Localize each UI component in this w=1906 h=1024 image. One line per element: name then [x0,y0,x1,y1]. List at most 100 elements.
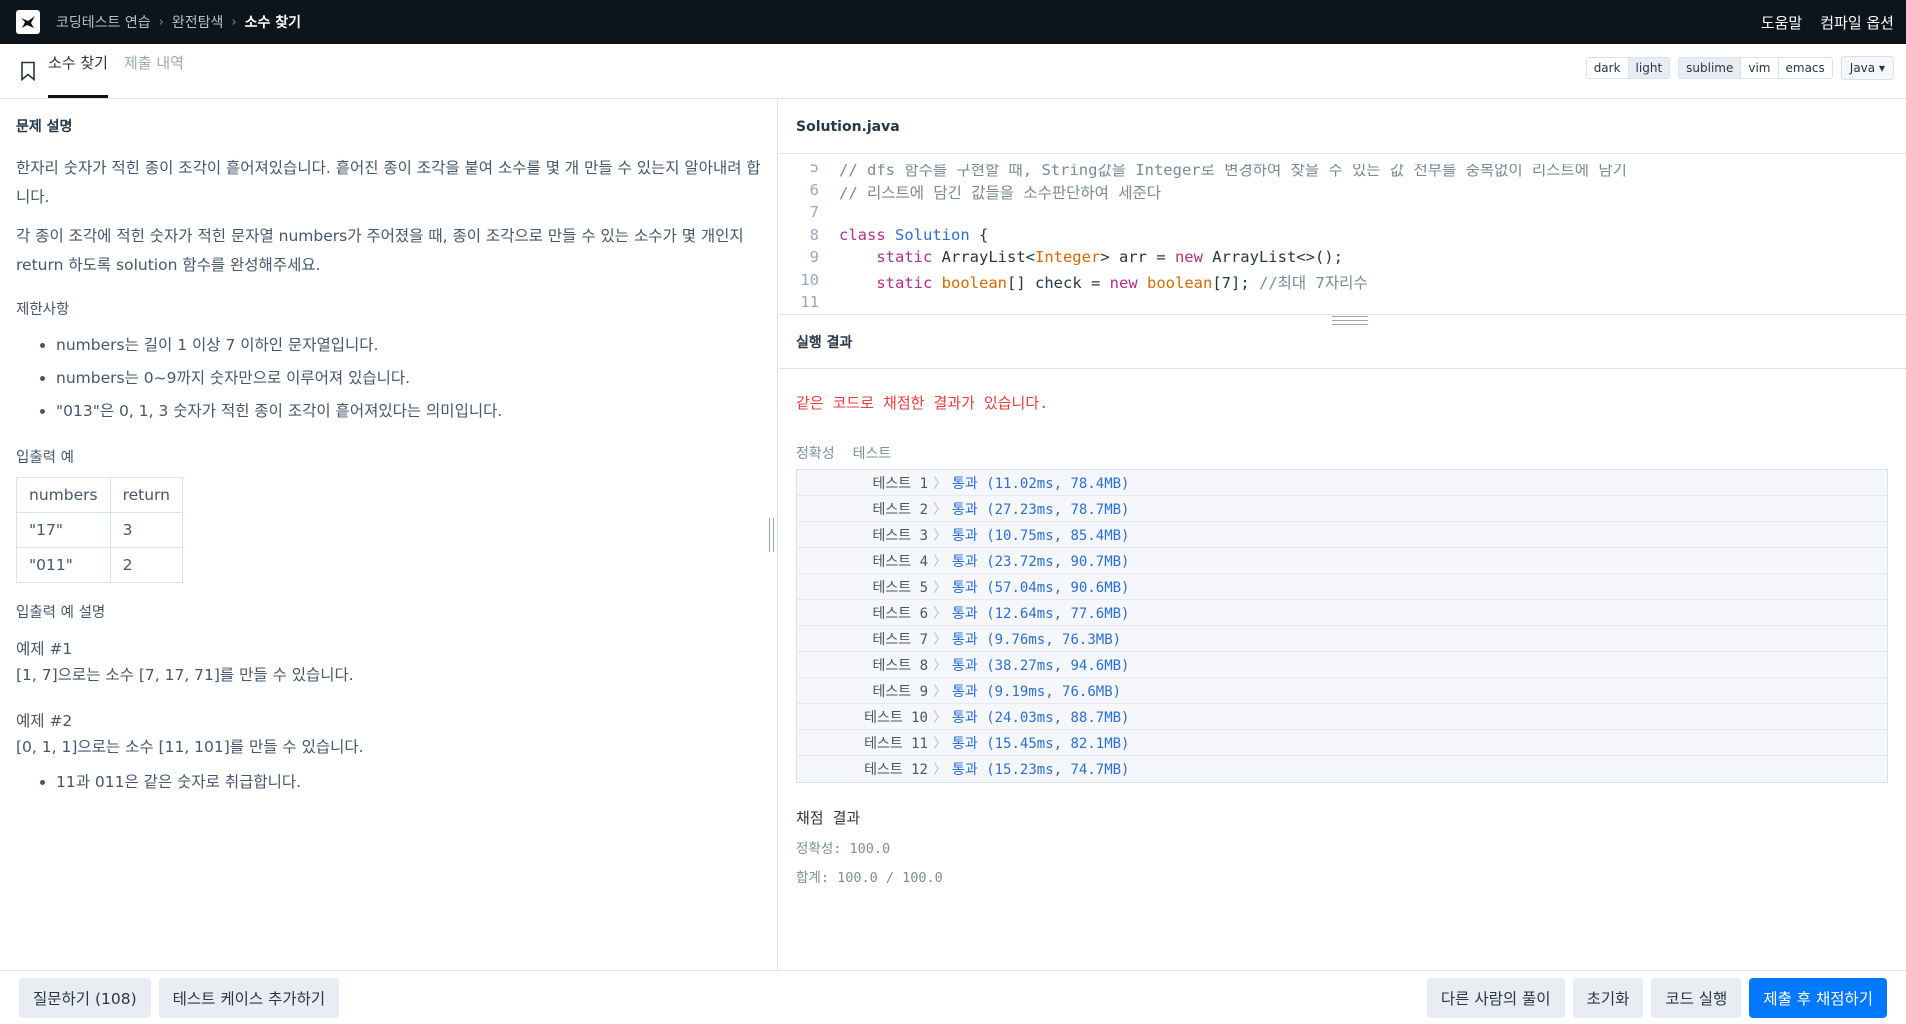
table-header-cell: return [109,477,183,513]
problem-panel: 문제 설명 한자리 숫자가 적힌 종이 조각이 흩어져있습니다. 흩어진 종이 … [0,100,778,970]
test-name: 테스트 7 [872,631,929,648]
example-body: [0, 1, 1]으로는 소수 [11, 101]를 만들 수 있습니다. [16,738,364,756]
test-row[interactable]: 테스트 3 〉 통과 (10.75ms, 85.4MB) [797,522,1887,548]
ask-question-button[interactable]: 질문하기 (108) [19,977,151,1018]
io-example-table: numbers return "17" 3 "011" 2 [16,477,183,583]
constraints-list: numbers는 길이 1 이상 7 이하인 문자열입니다. numbers는 … [56,329,761,428]
test-result: 통과 (24.03ms, 88.7MB) [952,709,1130,726]
breadcrumb-current: 소수 찾기 [244,15,301,31]
bookmark-icon[interactable] [20,61,36,81]
compile-options-link[interactable]: 컴파일 옵션 [1820,12,1894,33]
line-number: 10 [800,270,819,289]
code-text: static ArrayList<Integer> arr = new Arra… [876,248,1343,266]
others-solutions-button[interactable]: 다른 사람의 풀이 [1426,977,1565,1018]
test-result: 통과 (11.02ms, 78.4MB) [952,475,1130,492]
score-title: 채점 결과 [796,809,861,827]
code-line: 5 // dfs 함수를 구현할 때, String값을 Integer로 변경… [779,164,1906,181]
code-text: class Solution { [839,225,989,244]
test-result: 통과 (9.76ms, 76.3MB) [952,631,1122,648]
score-accuracy: 정확성: 100.0 [796,841,891,857]
result-title: 실행 결과 [779,314,1906,369]
test-result: 통과 (15.23ms, 74.7MB) [952,762,1130,778]
help-link[interactable]: 도움말 [1761,12,1802,33]
code-line: 10 static boolean[] check = new boolean[… [779,271,1906,294]
test-row[interactable]: 테스트 4 〉 통과 (23.72ms, 90.7MB) [797,548,1887,574]
test-result: 통과 (12.64ms, 77.6MB) [952,605,1130,622]
test-row[interactable]: 테스트 7 〉 통과 (9.76ms, 76.3MB) [797,626,1887,652]
test-row[interactable]: 테스트 12 〉 통과 (15.23ms, 74.7MB) [797,756,1887,782]
test-group-header: 정확성 테스트 [796,443,1888,463]
chevron-right-icon: 〉 [933,501,947,518]
submit-button[interactable]: 제출 후 채점하기 [1749,977,1887,1018]
constraint-item: numbers는 0~9까지 숫자만으로 이루어져 있습니다. [56,362,761,395]
example-body: [1, 7]으로는 소수 [7, 17, 71]를 만들 수 있습니다. [16,666,354,684]
tab-problem[interactable]: 소수 찾기 [48,44,108,98]
breadcrumb-item-brute-force[interactable]: 완전탐색 [172,12,224,32]
test-row[interactable]: 테스트 11 〉 통과 (15.45ms, 82.1MB) [797,730,1887,756]
theme-light-button[interactable]: light [1628,58,1670,78]
tab-submissions[interactable]: 제출 내역 [124,44,184,98]
group-header-accuracy: 정확성 [796,446,835,462]
duplicate-result-warning: 같은 코드로 채점한 결과가 있습니다. [796,394,1049,412]
keymap-emacs-button[interactable]: emacs [1778,58,1832,78]
keymap-sublime-button[interactable]: sublime [1679,58,1742,78]
test-name: 테스트 5 [872,579,929,596]
test-result: 통과 (27.23ms, 78.7MB) [952,501,1130,518]
test-result: 통과 (10.75ms, 85.4MB) [952,527,1130,544]
code-line: 7 [779,203,1906,226]
test-name: 테스트 8 [872,657,929,674]
test-name: 테스트 2 [872,501,929,518]
test-row[interactable]: 테스트 9 〉 통과 (9.19ms, 76.6MB) [797,678,1887,704]
test-name: 테스트 11 [864,735,928,752]
test-result: 통과 (15.45ms, 82.1MB) [952,735,1130,752]
group-header-test: 테스트 [852,446,892,462]
line-number: 8 [809,225,819,244]
top-navbar: 코딩테스트 연습 › 완전탐색 › 소수 찾기 도움말 컴파일 옵션 [0,0,1906,44]
topnav-actions: 도움말 컴파일 옵션 [1761,12,1894,33]
caret-down-icon: ▾ [1878,61,1885,75]
code-line: 6 // 리스트에 담긴 값들을 소수판단하여 세준다 [779,181,1906,204]
language-label: Java [1849,61,1876,75]
test-name: 테스트 1 [872,475,929,492]
run-code-button[interactable]: 코드 실행 [1651,977,1742,1018]
code-line: 9 static ArrayList<Integer> arr = new Ar… [779,248,1906,271]
test-name: 테스트 9 [872,683,929,700]
test-result: 통과 (9.19ms, 76.6MB) [952,683,1122,700]
test-row[interactable]: 테스트 8 〉 통과 (38.27ms, 94.6MB) [797,652,1887,678]
io-example-title: 입출력 예 [16,450,74,466]
keymap-vim-button[interactable]: vim [1741,58,1779,78]
result-panel: 같은 코드로 채점한 결과가 있습니다. 정확성 테스트 테스트 1 〉 통과 (1… [796,370,1888,886]
vertical-split-handle[interactable] [766,518,776,552]
test-name: 테스트 10 [864,709,928,726]
language-select[interactable]: Java ▾ [1840,56,1894,80]
chevron-right-icon: 〉 [933,579,947,596]
line-number: 11 [800,293,819,311]
test-name: 테스트 4 [872,553,929,570]
code-text: // dfs 함수를 구현할 때, String값을 Integer로 변경하여… [839,164,1627,179]
programmers-logo-icon[interactable] [16,10,40,34]
theme-dark-button[interactable]: dark [1586,58,1629,78]
chevron-right-icon: › [231,14,237,30]
table-row: "17" 3 [16,512,183,548]
line-number: 9 [809,248,819,266]
test-row[interactable]: 테스트 1 〉 통과 (11.02ms, 78.4MB) [797,470,1887,496]
chevron-right-icon: 〉 [933,631,947,648]
theme-toggle: dark light [1585,57,1671,79]
table-header-cell: numbers [16,477,111,513]
add-testcase-button[interactable]: 테스트 케이스 추가하기 [158,977,340,1018]
chevron-right-icon: 〉 [933,527,947,544]
code-editor[interactable]: 5 // dfs 함수를 구현할 때, String값을 Integer로 변경… [779,164,1906,312]
test-row[interactable]: 테스트 5 〉 통과 (57.04ms, 90.6MB) [797,574,1887,600]
test-row[interactable]: 테스트 10 〉 통과 (24.03ms, 88.7MB) [797,704,1887,730]
test-row[interactable]: 테스트 2 〉 통과 (27.23ms, 78.7MB) [797,496,1887,522]
chevron-right-icon: 〉 [933,762,947,778]
breadcrumb-item-coding-test[interactable]: 코딩테스트 연습 [56,12,151,32]
table-cell: "17" [16,512,111,548]
bottom-right-actions: 다른 사람의 풀이 초기화 코드 실행 제출 후 채점하기 [1426,977,1887,1018]
line-number: 6 [809,180,819,199]
example-title: 예제 #2 [16,712,73,730]
reset-button[interactable]: 초기화 [1572,977,1644,1018]
test-row[interactable]: 테스트 6 〉 통과 (12.64ms, 77.6MB) [797,600,1887,626]
